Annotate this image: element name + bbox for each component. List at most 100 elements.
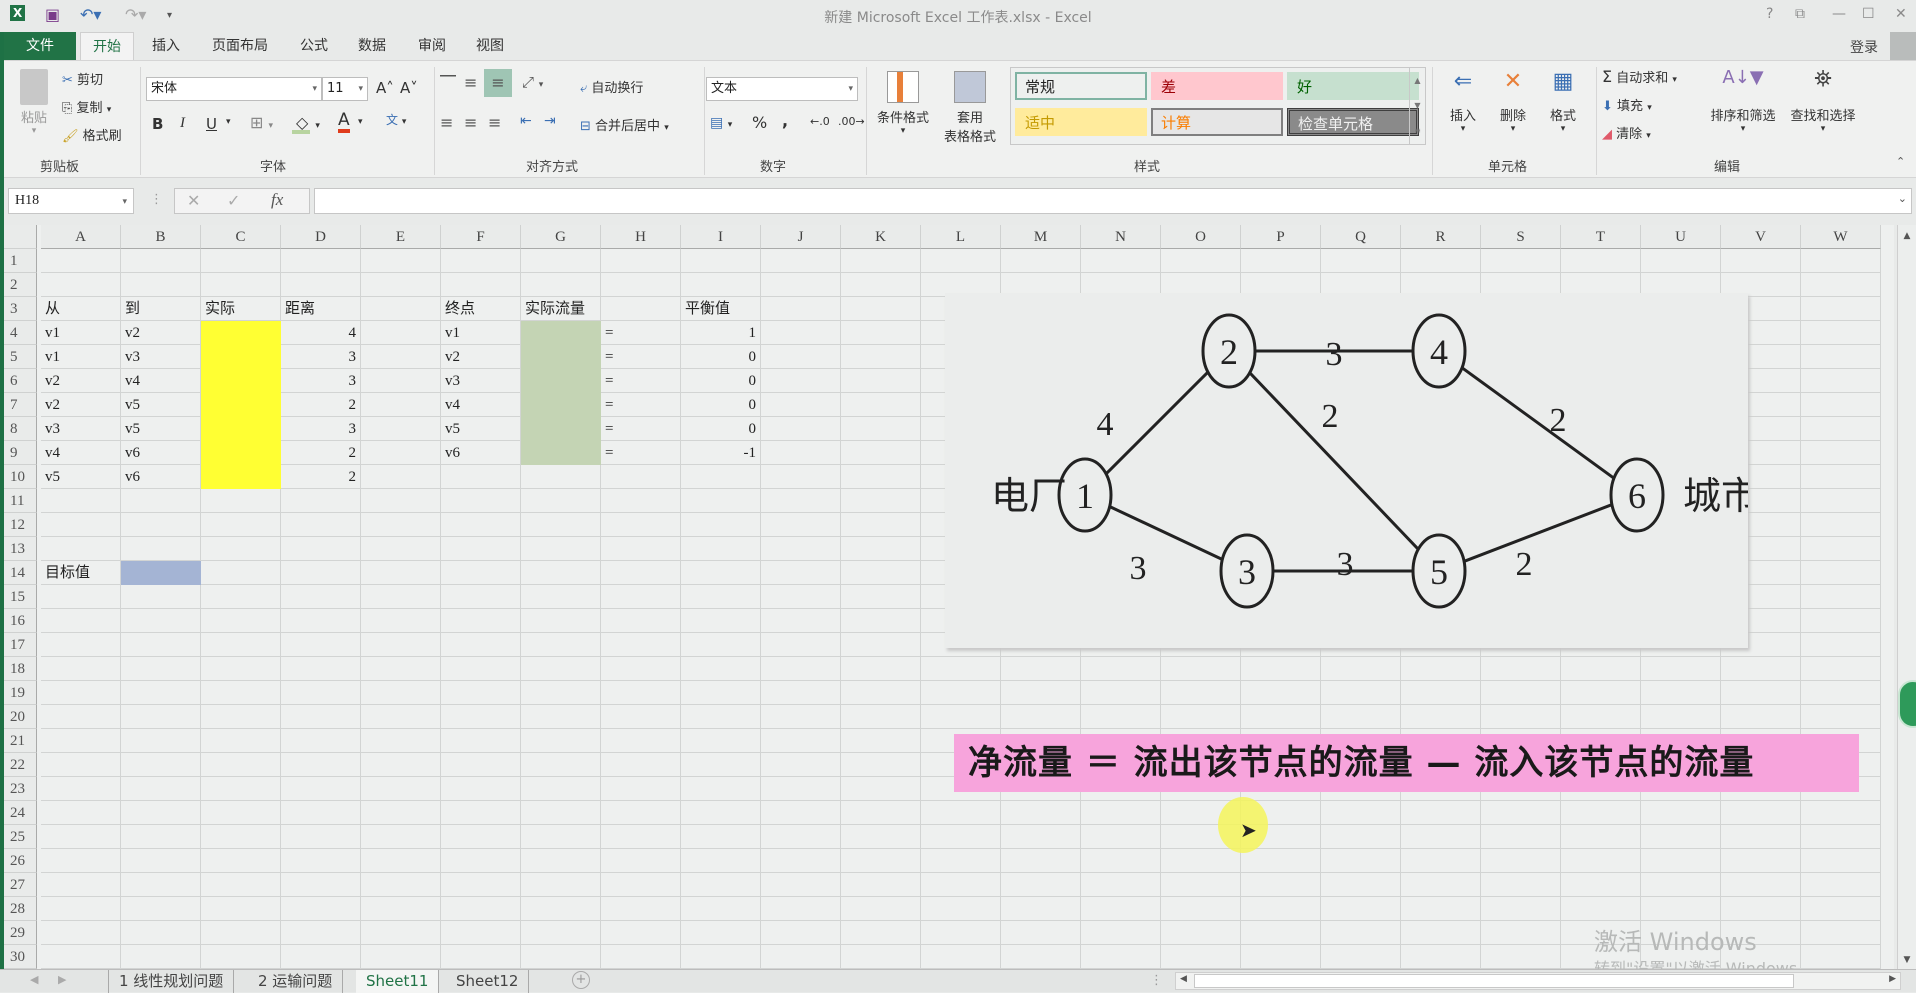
sheet-tab[interactable]: 1 线性规划问题 bbox=[108, 970, 235, 993]
grid-cell[interactable] bbox=[761, 897, 841, 921]
grid-cell[interactable] bbox=[601, 513, 681, 537]
grid-cell[interactable] bbox=[361, 657, 441, 681]
grid-cell[interactable] bbox=[1721, 705, 1801, 729]
row-header-4[interactable]: 4 bbox=[4, 321, 37, 345]
grid-cell[interactable] bbox=[1001, 825, 1081, 849]
edge-from[interactable]: v2 bbox=[41, 369, 121, 393]
grid-cell[interactable] bbox=[761, 321, 841, 345]
grid-cell[interactable] bbox=[1481, 825, 1561, 849]
fill-color-icon[interactable]: ◇ ▾ bbox=[292, 113, 320, 134]
grid-cell[interactable] bbox=[281, 609, 361, 633]
net-flow-formula-banner[interactable]: 净流量 ＝ 流出该节点的流量 — 流入该节点的流量 bbox=[954, 734, 1859, 792]
grid-cell[interactable] bbox=[361, 345, 441, 369]
column-header-V[interactable]: V bbox=[1721, 225, 1801, 249]
tab-review[interactable]: 审阅 bbox=[406, 32, 458, 60]
grid-cell[interactable] bbox=[681, 705, 761, 729]
grid-cell[interactable] bbox=[1321, 801, 1401, 825]
fill-button[interactable]: ⬇ 填充 ▾ bbox=[1602, 95, 1652, 114]
grid-cell[interactable] bbox=[281, 705, 361, 729]
grid-cell[interactable] bbox=[761, 273, 841, 297]
grid-cell[interactable] bbox=[361, 273, 441, 297]
scroll-right-icon[interactable]: ▶ bbox=[1889, 974, 1896, 984]
grid-cell[interactable] bbox=[41, 513, 121, 537]
grid-cell[interactable] bbox=[201, 921, 281, 945]
grid-cell[interactable] bbox=[1801, 489, 1881, 513]
grid-cell[interactable] bbox=[1721, 897, 1801, 921]
tab-view[interactable]: 视图 bbox=[464, 32, 516, 60]
grid-cell[interactable] bbox=[1481, 873, 1561, 897]
grid-cell[interactable] bbox=[121, 489, 201, 513]
copy-button[interactable]: ⎘ 复制 ▾ bbox=[62, 97, 111, 116]
grid-cell[interactable] bbox=[921, 657, 1001, 681]
grid-cell[interactable] bbox=[521, 753, 601, 777]
grid-cell[interactable] bbox=[361, 921, 441, 945]
grid-cell[interactable] bbox=[521, 657, 601, 681]
grid-cell[interactable] bbox=[281, 537, 361, 561]
grid-cell[interactable] bbox=[441, 849, 521, 873]
grid-cell[interactable] bbox=[1801, 705, 1881, 729]
grid-cell[interactable] bbox=[121, 273, 201, 297]
grid-cell[interactable] bbox=[41, 873, 121, 897]
grid-cell[interactable] bbox=[1161, 897, 1241, 921]
grid-cell[interactable] bbox=[681, 849, 761, 873]
italic-button[interactable]: I bbox=[180, 115, 185, 132]
wrap-text-button[interactable]: ⤶ 自动换行 bbox=[580, 77, 643, 96]
login-link[interactable]: 登录 bbox=[1850, 37, 1878, 57]
row-header-20[interactable]: 20 bbox=[4, 705, 37, 729]
grid-cell[interactable] bbox=[1801, 393, 1881, 417]
grid-cell[interactable] bbox=[41, 801, 121, 825]
grid-cell[interactable] bbox=[681, 489, 761, 513]
grid-cell[interactable] bbox=[1641, 849, 1721, 873]
collapse-ribbon-icon[interactable]: ⌃ bbox=[1896, 155, 1905, 168]
grid-cell[interactable] bbox=[1801, 345, 1881, 369]
node-balance[interactable]: 0 bbox=[681, 369, 761, 393]
delete-cells-button[interactable]: ✕ 删除 ▾ bbox=[1488, 69, 1538, 134]
grid-cell[interactable] bbox=[681, 657, 761, 681]
grid-cell[interactable] bbox=[1641, 657, 1721, 681]
row-header-21[interactable]: 21 bbox=[4, 729, 37, 753]
grid-cell[interactable] bbox=[761, 609, 841, 633]
grid-cell[interactable] bbox=[841, 561, 921, 585]
grid-cell[interactable] bbox=[441, 561, 521, 585]
grid-cell[interactable] bbox=[121, 777, 201, 801]
grid-cell[interactable] bbox=[681, 585, 761, 609]
orientation-icon[interactable]: ⤢ ▾ bbox=[522, 73, 543, 91]
number-format-select[interactable]: 文本 ▾ bbox=[706, 77, 858, 101]
grid-cell[interactable] bbox=[361, 849, 441, 873]
expand-formula-bar-icon[interactable]: ⌄ bbox=[1898, 192, 1907, 205]
grid-cell[interactable] bbox=[441, 681, 521, 705]
grow-font-button[interactable]: A˄ bbox=[376, 79, 394, 97]
grid-cell[interactable] bbox=[1561, 825, 1641, 849]
grid-cell[interactable] bbox=[281, 681, 361, 705]
header-actual-flow[interactable]: 实际流量 bbox=[521, 297, 601, 321]
edge-to[interactable]: v5 bbox=[121, 393, 201, 417]
grid-cell[interactable] bbox=[1481, 897, 1561, 921]
grid-cell[interactable] bbox=[681, 729, 761, 753]
autosum-button[interactable]: Σ 自动求和 ▾ bbox=[1602, 67, 1677, 86]
grid-cell[interactable] bbox=[601, 897, 681, 921]
grid-cell[interactable] bbox=[201, 585, 281, 609]
grid-cell[interactable] bbox=[201, 249, 281, 273]
scroll-up-icon[interactable]: ▲ bbox=[1898, 231, 1916, 241]
tab-home[interactable]: 开始 bbox=[80, 32, 134, 60]
header-distance[interactable]: 距离 bbox=[281, 297, 361, 321]
edge-to[interactable]: v5 bbox=[121, 417, 201, 441]
grid-cell[interactable] bbox=[441, 945, 521, 969]
grid-cell[interactable] bbox=[121, 873, 201, 897]
header-balance[interactable]: 平衡值 bbox=[681, 297, 761, 321]
grid-cell[interactable] bbox=[441, 825, 521, 849]
grid-cell[interactable] bbox=[121, 609, 201, 633]
grid-cell[interactable] bbox=[521, 513, 601, 537]
grid-cell[interactable] bbox=[441, 249, 521, 273]
grid-cell[interactable] bbox=[1401, 705, 1481, 729]
grid-cell[interactable] bbox=[1081, 657, 1161, 681]
node-name[interactable]: v3 bbox=[441, 369, 521, 393]
floating-toolbar-button[interactable] bbox=[1898, 680, 1916, 728]
grid-cell[interactable] bbox=[361, 681, 441, 705]
grid-cell[interactable] bbox=[1481, 657, 1561, 681]
row-header-15[interactable]: 15 bbox=[4, 585, 37, 609]
column-header-G[interactable]: G bbox=[521, 225, 601, 249]
grid-cell[interactable] bbox=[281, 585, 361, 609]
grid-cell[interactable] bbox=[281, 513, 361, 537]
grid-cell[interactable] bbox=[921, 681, 1001, 705]
